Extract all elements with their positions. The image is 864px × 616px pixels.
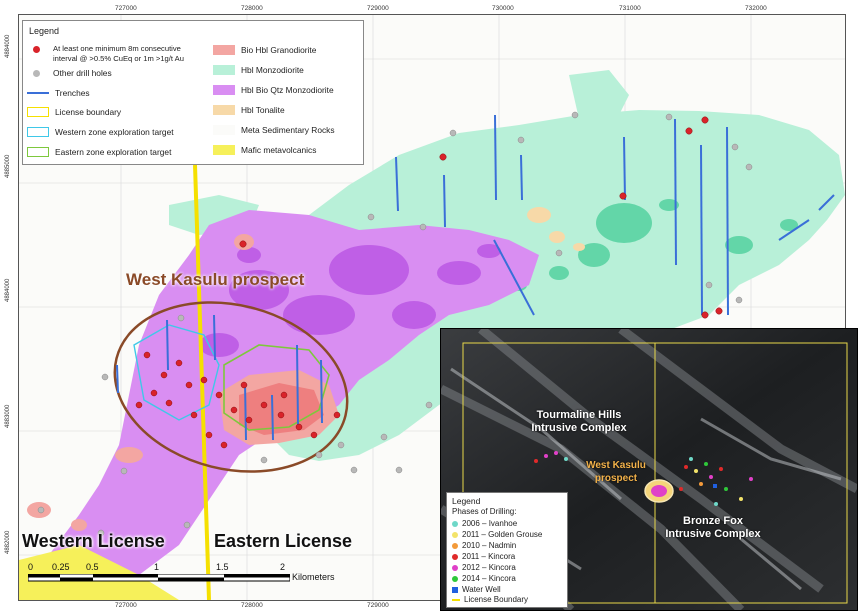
scale-tick-1: 1 <box>154 562 160 572</box>
inset-legend-label: 2010 – Nadmin <box>462 541 517 550</box>
legend-title: Legend <box>29 26 60 36</box>
legend-item-significant-hole: At least one minimum 8m consecutive inte… <box>27 44 207 64</box>
bottom-tick-727000: 727000 <box>115 602 137 609</box>
legend-label: Hbl Monzodiorite <box>241 65 304 75</box>
orange-dot-icon <box>452 542 458 549</box>
legend-label: Western zone exploration target <box>55 127 174 137</box>
green-box-icon <box>27 147 49 157</box>
left-tick-3: 4884000 <box>5 278 11 302</box>
left-tick-1: 4884000 <box>5 34 11 58</box>
scale-tick-0: 0 <box>28 562 34 572</box>
inset-legend-label: 2006 – Ivanhoe <box>462 519 518 528</box>
red-dot-icon <box>33 46 40 53</box>
legend-label: License boundary <box>55 107 122 117</box>
meta-sedimentary-swatch <box>213 125 235 135</box>
hbl-monzodiorite-unit-2 <box>569 70 629 119</box>
inset-legend-label: Water Well <box>462 585 501 594</box>
legend-label: Other drill holes <box>53 68 112 78</box>
inset-legend-item-kincora-2011: 2011 – Kincora <box>452 552 515 561</box>
legend-label: Eastern zone exploration target <box>55 147 172 157</box>
map-legend: Legend At least one minimum 8m consecuti… <box>22 20 364 165</box>
inset-legend-item-water-well: Water Well <box>452 585 501 594</box>
legend-item-qtz-monzodiorite: Hbl Bio Qtz Monzodiorite <box>213 85 334 95</box>
legend-label: Bio Hbl Granodiorite <box>241 45 317 55</box>
scale-tick-2: 2 <box>280 562 286 572</box>
yellow-dot-icon <box>452 531 458 538</box>
bottom-tick-729000: 729000 <box>367 602 389 609</box>
inset-legend-title: Legend <box>452 496 481 506</box>
bottom-tick-728000: 728000 <box>241 602 263 609</box>
inset-west-kasulu-label: West Kasulu prospect <box>586 460 646 484</box>
inset-legend-item-nadmin: 2010 – Nadmin <box>452 541 516 550</box>
legend-label: Meta Sedimentary Rocks <box>241 125 335 135</box>
legend-label: Mafic metavolcanics <box>241 145 317 155</box>
inset-legend-item-kincora-2012: 2012 – Kincora <box>452 563 516 572</box>
inset-legend-label: 2014 – Kincora <box>462 574 516 583</box>
inset-legend-item-ivanhoe: 2006 – Ivanhoe <box>452 519 517 528</box>
yellow-box-icon <box>27 107 49 117</box>
scale-bar: 0 0.25 0.5 1 1.5 2 Kilometers <box>24 560 335 594</box>
magenta-dot-icon <box>452 564 458 571</box>
inset-legend-item-golden-grouse: 2011 – Golden Grouse <box>452 530 542 539</box>
inset-legend-label: 2011 – Golden Grouse <box>462 530 543 539</box>
legend-item-license-boundary: License boundary <box>27 107 121 117</box>
tonalite-swatch <box>213 105 235 115</box>
left-tick-5: 4882000 <box>5 530 11 554</box>
west-kasulu-prospect-label: West Kasulu prospect <box>126 270 305 289</box>
legend-label: Hbl Tonalite <box>241 105 285 115</box>
legend-item-tonalite: Hbl Tonalite <box>213 105 285 115</box>
red-dot-icon <box>452 553 458 560</box>
legend-item-western-target: Western zone exploration target <box>27 127 174 137</box>
legend-item-eastern-target: Eastern zone exploration target <box>27 147 171 157</box>
legend-item-other-holes: Other drill holes <box>27 68 112 78</box>
legend-item-monzodiorite: Hbl Monzodiorite <box>213 65 304 75</box>
top-tick-732000: 732000 <box>745 5 767 12</box>
scale-tick-05: 0.5 <box>86 562 99 572</box>
inset-legend-item-kincora-2014: 2014 – Kincora <box>452 574 516 583</box>
blue-line-icon <box>27 92 49 94</box>
top-tick-730000: 730000 <box>492 5 514 12</box>
top-tick-728000: 728000 <box>241 5 263 12</box>
legend-item-meta-sedimentary: Meta Sedimentary Rocks <box>213 125 335 135</box>
legend-label: Hbl Bio Qtz Monzodiorite <box>241 85 334 95</box>
scale-unit-label: Kilometers <box>292 572 335 582</box>
legend-item-mafic: Mafic metavolcanics <box>213 145 316 155</box>
qtz-monzodiorite-swatch <box>213 85 235 95</box>
inset-legend-label: License Boundary <box>464 595 529 604</box>
western-license-label: Western License <box>22 531 165 551</box>
scale-tick-15: 1.5 <box>216 562 229 572</box>
teal-dot-icon <box>452 520 458 527</box>
green-dot-icon <box>452 575 458 582</box>
inset-west-kasulu-core <box>651 485 667 497</box>
top-tick-727000: 727000 <box>115 5 137 12</box>
legend-item-trenches: Trenches <box>27 88 90 98</box>
scale-bar-graphic <box>28 574 290 582</box>
blue-square-icon <box>452 586 458 593</box>
tourmaline-hills-label: Tourmaline Hills Intrusive Complex <box>531 409 627 434</box>
scale-tick-025: 0.25 <box>52 562 70 572</box>
inset-legend-label: 2012 – Kincora <box>462 563 516 572</box>
bronze-fox-label: Bronze Fox Intrusive Complex <box>665 515 761 540</box>
top-tick-729000: 729000 <box>367 5 389 12</box>
legend-item-granodiorite: Bio Hbl Granodiorite <box>213 45 316 55</box>
monzodiorite-swatch <box>213 65 235 75</box>
legend-label: Trenches <box>55 88 90 98</box>
inset-legend-label: 2011 – Kincora <box>462 552 516 561</box>
eastern-license-label: Eastern License <box>214 531 353 551</box>
left-tick-2: 4885000 <box>5 154 11 178</box>
geology-map-figure: 727000 728000 729000 730000 731000 73200… <box>0 0 864 616</box>
inset-legend-item-license-boundary: License Boundary <box>452 595 528 604</box>
inset-legend: Legend Phases of Drilling: 2006 – Ivanho… <box>446 492 568 608</box>
grey-dot-icon <box>33 69 40 77</box>
legend-label: At least one minimum 8m consecutive inte… <box>53 44 184 63</box>
cyan-box-icon <box>27 127 49 137</box>
top-tick-731000: 731000 <box>619 5 641 12</box>
granodiorite-swatch <box>213 45 235 55</box>
yellow-line-icon <box>452 598 460 601</box>
mafic-swatch <box>213 145 235 155</box>
inset-legend-subtitle: Phases of Drilling: <box>452 507 517 516</box>
left-tick-4: 4883000 <box>5 404 11 428</box>
